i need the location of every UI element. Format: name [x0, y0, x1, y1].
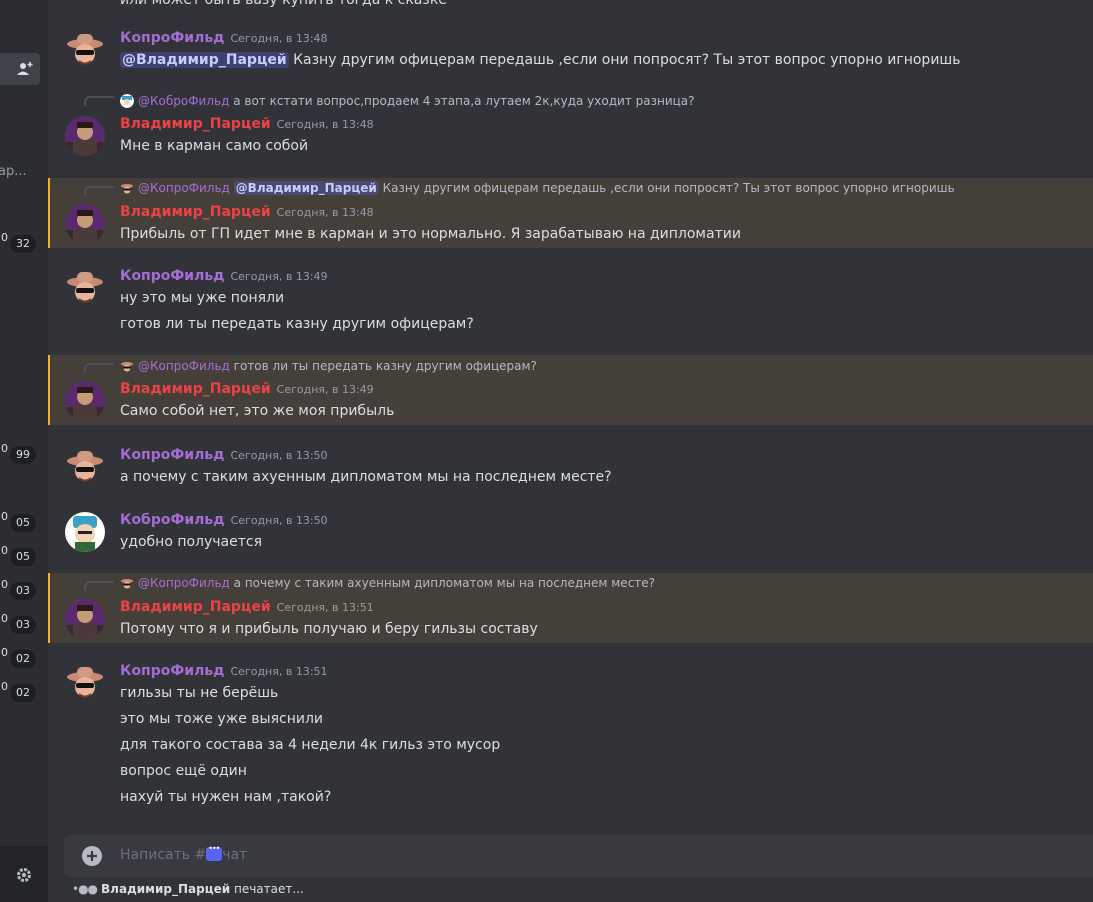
avatar-vladimir[interactable] — [65, 381, 105, 421]
sidebar-badge[interactable]: 0 05 — [0, 542, 36, 566]
message-timestamp: Сегодня, в 13:50 — [230, 449, 328, 462]
reply-reference[interactable]: @КоброФильд а вот кстати вопрос,продаем … — [120, 94, 695, 108]
avatar-vladimir[interactable] — [65, 599, 105, 639]
message-highlighted[interactable]: @КопроФильд а почему с таким ахуенным ди… — [48, 573, 1093, 643]
reply-spine — [84, 96, 114, 106]
message-content: готов ли ты передать казну другим офицер… — [120, 316, 474, 332]
typing-indicator: •●● Владимир_Парцей печатает... — [72, 882, 304, 896]
reply-reference[interactable]: @КопроФильд готов ли ты передать казну д… — [120, 359, 537, 373]
message-timestamp: Сегодня, в 13:48 — [230, 32, 328, 45]
message-timestamp: Сегодня, в 13:48 — [276, 118, 374, 131]
message-author[interactable]: Владимир_Парцей Сегодня, в 13:48 — [120, 116, 374, 132]
message-content: нахуй ты нужен нам ,такой? — [120, 789, 332, 805]
avatar-vladimir[interactable] — [65, 116, 105, 156]
message-input-placeholder[interactable]: Написать #чат — [120, 844, 247, 863]
message[interactable]: КопроФильд Сегодня, в 13:50 а почему с та… — [48, 441, 1093, 497]
sidebar-badge[interactable]: 0 32 — [0, 229, 36, 253]
message[interactable]: КопроФильд Сегодня, в 13:48 @Владимир_Пар… — [48, 24, 1093, 80]
message-author[interactable]: КопроФильд Сегодня, в 13:48 — [120, 30, 328, 46]
avatar-kopro[interactable] — [65, 30, 105, 70]
reply-spine — [84, 363, 114, 373]
message-author[interactable]: КопроФильд Сегодня, в 13:50 — [120, 447, 328, 463]
channel-sidebar: ар... 0 32 0 99 0 05 0 05 0 03 0 03 0 02 0 02 — [0, 0, 48, 902]
reply-avatar — [120, 181, 134, 195]
avatar-kobro[interactable] — [65, 512, 105, 552]
sidebar-badge[interactable]: 0 02 — [0, 644, 36, 668]
reply-avatar — [120, 576, 134, 590]
reply-reference[interactable]: @КопроФильд а почему с таким ахуенным ди… — [120, 576, 655, 590]
gear-icon[interactable] — [15, 866, 33, 884]
message[interactable]: КоброФильд Сегодня, в 13:50 удобно получа… — [48, 506, 1093, 562]
reply-spine — [84, 581, 114, 591]
chat-emoji-icon — [206, 844, 223, 861]
avatar-kopro[interactable] — [65, 663, 105, 703]
avatar-kopro[interactable] — [65, 268, 105, 308]
message-content: для такого состава за 4 недели 4к гильз … — [120, 737, 501, 753]
message[interactable]: КопроФильд Сегодня, в 13:51 гильзы ты не … — [48, 657, 1093, 817]
message-timestamp: Сегодня, в 13:49 — [230, 270, 328, 283]
message-author[interactable]: КопроФильд Сегодня, в 13:51 — [120, 663, 328, 679]
reply-avatar — [120, 94, 134, 108]
sidebar-badge[interactable]: 0 02 — [0, 678, 36, 702]
message[interactable]: @КоброФильд а вот кстати вопрос,продаем … — [48, 88, 1093, 164]
message-content: удобно получается — [120, 534, 263, 550]
sidebar-badge[interactable]: 0 03 — [0, 610, 36, 634]
message-timestamp: Сегодня, в 13:48 — [276, 206, 374, 219]
message-content: Потому что я и прибыль получаю и беру ги… — [120, 621, 538, 637]
message-author[interactable]: КопроФильд Сегодня, в 13:49 — [120, 268, 328, 284]
previous-message-cut: или может быть вазу купить тогда к сказк… — [120, 0, 447, 8]
sidebar-badge[interactable]: 0 99 — [0, 440, 36, 464]
sidebar-channel-partial[interactable]: ар... — [0, 164, 27, 179]
message-content: Прибыль от ГП идет мне в карман и это но… — [120, 226, 741, 242]
avatar-kopro[interactable] — [65, 447, 105, 487]
sidebar-badge[interactable]: 0 05 — [0, 508, 36, 532]
user-mention[interactable]: @Владимир_Парцей — [120, 52, 289, 68]
reply-avatar — [120, 359, 134, 373]
message-content: Само собой нет, это же моя прибыль — [120, 403, 395, 419]
message-author[interactable]: Владимир_Парцей Сегодня, в 13:49 — [120, 381, 374, 397]
message-highlighted[interactable]: @КопроФильд готов ли ты передать казну д… — [48, 355, 1093, 425]
sidebar-badge[interactable]: 0 03 — [0, 576, 36, 600]
message[interactable]: КопроФильд Сегодня, в 13:49 ну это мы уже… — [48, 262, 1093, 342]
message-author[interactable]: Владимир_Парцей Сегодня, в 13:48 — [120, 204, 374, 220]
avatar-vladimir[interactable] — [65, 204, 105, 244]
message-content: а почему с таким ахуенным дипломатом мы … — [120, 469, 612, 485]
message-content: вопрос ещё один — [120, 763, 247, 779]
message-timestamp: Сегодня, в 13:51 — [230, 665, 328, 678]
message-author[interactable]: КоброФильд Сегодня, в 13:50 — [120, 512, 328, 528]
add-user-icon[interactable] — [16, 60, 34, 78]
message-timestamp: Сегодня, в 13:51 — [276, 601, 374, 614]
message-timestamp: Сегодня, в 13:49 — [276, 383, 374, 396]
message-timestamp: Сегодня, в 13:50 — [230, 514, 328, 527]
message-content: гильзы ты не берёшь — [120, 685, 279, 701]
message-highlighted[interactable]: @КопроФильд @Владимир_Парцей Казну други… — [48, 178, 1093, 248]
message-content: ну это мы уже поняли — [120, 290, 285, 306]
message-author[interactable]: Владимир_Парцей Сегодня, в 13:51 — [120, 599, 374, 615]
message-content: @Владимир_Парцей Казну другим офицерам п… — [120, 52, 961, 68]
typing-dots-icon: •●● — [72, 882, 98, 896]
reply-reference[interactable]: @КопроФильд @Владимир_Парцей Казну други… — [120, 181, 955, 195]
add-attachment-icon[interactable] — [82, 846, 102, 866]
reply-spine — [84, 186, 114, 196]
message-content: это мы тоже уже выяснили — [120, 711, 323, 727]
message-content: Мне в карман само собой — [120, 138, 309, 154]
